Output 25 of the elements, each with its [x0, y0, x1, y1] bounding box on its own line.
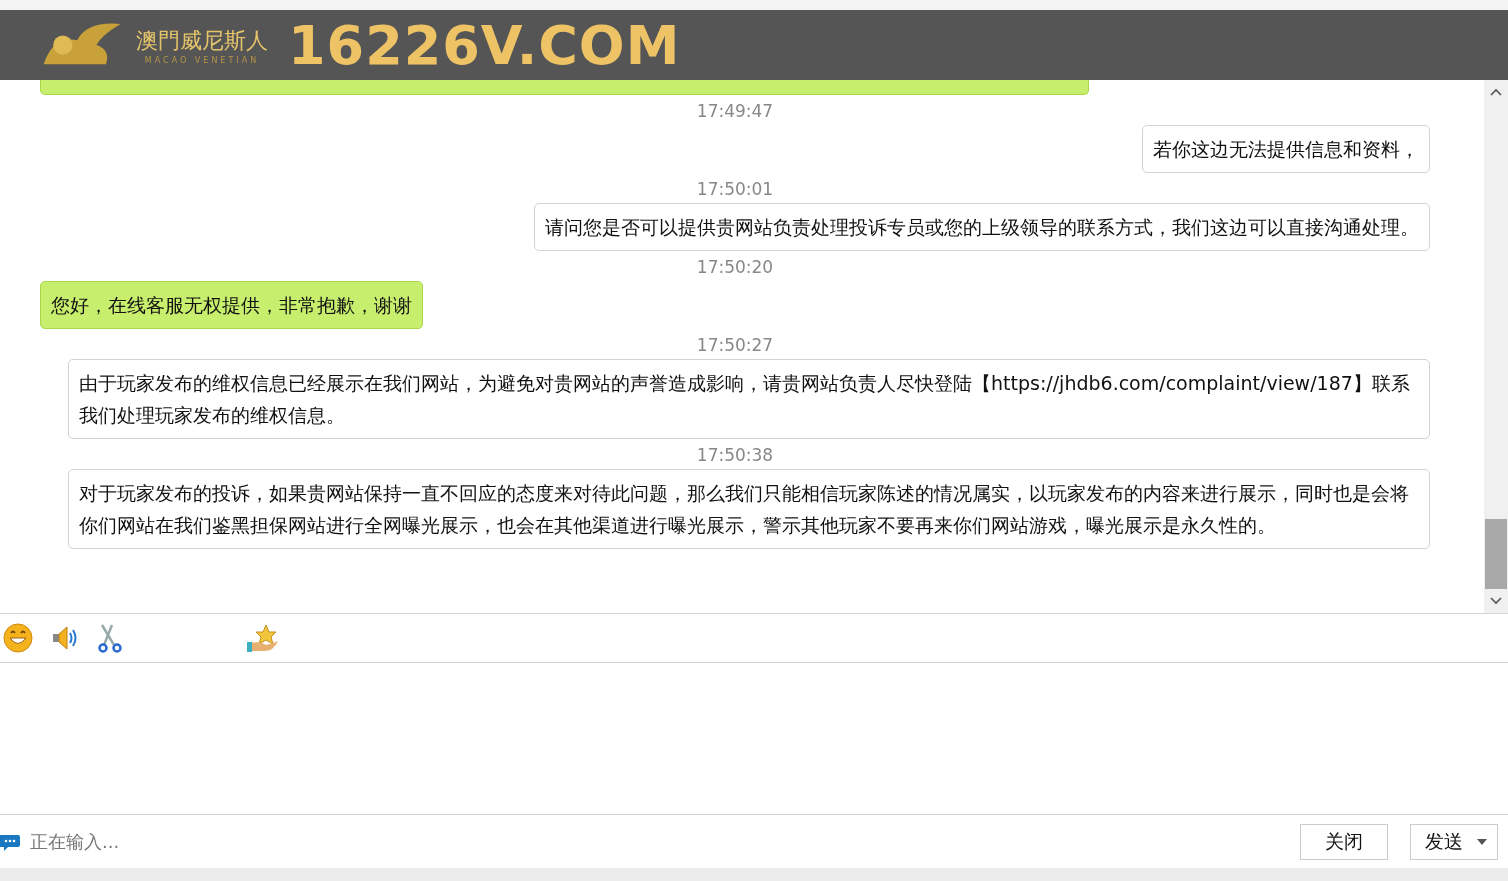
- message-time: 17:49:47: [695, 101, 775, 121]
- message-time: 17:50:20: [695, 257, 775, 277]
- scroll-down-icon[interactable]: [1490, 597, 1502, 605]
- smiley-icon[interactable]: [2, 622, 34, 654]
- message-bubble: 若你这边无法提供信息和资料，: [1142, 125, 1430, 173]
- scroll-up-icon[interactable]: [1490, 88, 1502, 96]
- brand-name: 澳門威尼斯人: [136, 26, 268, 55]
- message-bubble: 您好，在线客服无权提供，非常抱歉，谢谢: [40, 281, 423, 329]
- scissors-icon[interactable]: [96, 623, 124, 653]
- brand-subtitle: MACAO VENETIAN: [144, 55, 260, 65]
- message-bubble: 请问您是否可以提供贵网站负责处理投诉专员或您的上级领导的联系方式，我们这边可以直接沟通处理。: [534, 203, 1430, 251]
- scrollbar[interactable]: [1484, 80, 1508, 613]
- close-button[interactable]: 关闭: [1300, 823, 1388, 860]
- site-address: 16226V.COM: [288, 13, 681, 77]
- caret-icon[interactable]: [1477, 838, 1487, 845]
- hand-star-icon[interactable]: [246, 623, 280, 653]
- message-time: 17:50:01: [695, 179, 775, 199]
- message-time: 17:50:27: [695, 335, 775, 355]
- message-time: 17:50:38: [695, 445, 775, 465]
- message-bubble: 由于玩家发布的维权信息已经展示在我们网站，为避免对贵网站的声誉造成影响，请贵网站负责人尽快登陆【https://jhdb6.com/complaint/view/187】联系我们处理玩家发布的维权信息。: [68, 359, 1430, 439]
- message-input[interactable]: [0, 662, 1508, 815]
- typing-status: 正在输入...: [30, 829, 120, 854]
- scrollbar-thumb[interactable]: [1485, 519, 1507, 589]
- message-bubble: 对于玩家发布的投诉，如果贵网站保持一直不回应的态度来对待此问题，那么我们只能相信玩家陈述的情况属实，以玩家发布的内容来进行展示，同时也是会将你们网站在我们鉴黑担保网站进行全网曝光展示，也会在其他渠道进行曝光展示，警示其他玩家不要再来你们网站游戏，曝光展示是永久性的。: [68, 469, 1430, 549]
- send-button[interactable]: 发送: [1410, 823, 1498, 860]
